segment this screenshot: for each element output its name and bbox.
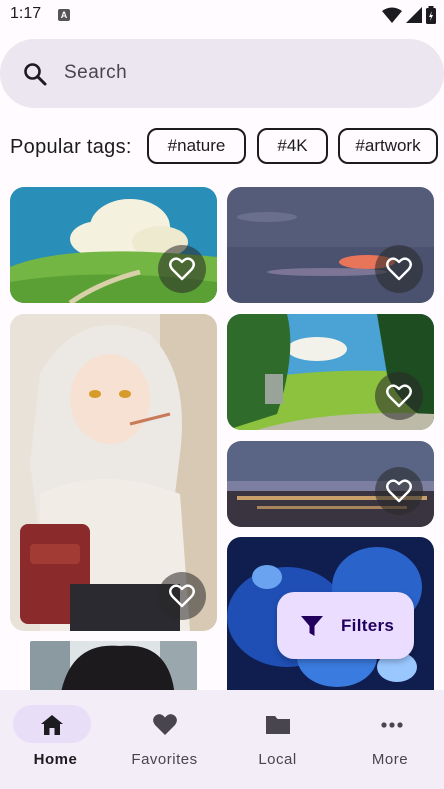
a-icon: A — [58, 9, 70, 21]
nav-label-local: Local — [258, 751, 297, 768]
home-icon — [41, 715, 63, 735]
more-icon — [381, 722, 403, 728]
bottom-navigation: Home Favorites Local More — [0, 690, 444, 789]
search-icon — [24, 63, 47, 86]
wallpaper-card[interactable] — [227, 441, 434, 527]
nav-item-more[interactable]: More — [336, 690, 444, 789]
favorite-button[interactable] — [375, 372, 423, 420]
wallpaper-card[interactable] — [30, 641, 197, 697]
tag-chip-nature[interactable]: #nature — [147, 128, 246, 164]
status-icons — [382, 5, 436, 25]
signal-icon — [406, 7, 422, 23]
nav-item-favorites[interactable]: Favorites — [111, 690, 218, 789]
search-bar[interactable]: Search — [0, 39, 444, 108]
heart-outline-icon — [386, 384, 412, 408]
wallpaper-card[interactable] — [10, 187, 217, 303]
tag-chip-artwork[interactable]: #artwork — [338, 128, 438, 164]
popular-tags-label: Popular tags: — [10, 136, 132, 158]
status-time: 1:17 — [10, 5, 42, 22]
nav-label-home: Home — [33, 751, 78, 768]
popular-tags: Popular tags: #nature #4K #artwork — [0, 128, 444, 168]
heart-outline-icon — [386, 257, 412, 281]
wifi-icon — [382, 7, 402, 23]
filters-button[interactable]: Filters — [277, 592, 414, 659]
tag-chip-4k[interactable]: #4K — [257, 128, 328, 164]
favorite-button[interactable] — [375, 245, 423, 293]
status-bar: 1:17 A — [0, 0, 444, 30]
heart-icon — [153, 714, 177, 735]
heart-outline-icon — [169, 257, 195, 281]
folder-icon — [266, 716, 290, 734]
favorite-button[interactable] — [158, 245, 206, 293]
nav-label-favorites: Favorites — [131, 751, 198, 768]
search-placeholder: Search — [64, 62, 128, 83]
battery-icon — [426, 6, 436, 24]
wallpaper-image — [30, 641, 197, 697]
heart-outline-icon — [169, 584, 195, 608]
nav-item-local[interactable]: Local — [222, 690, 333, 789]
wallpaper-card[interactable] — [10, 314, 217, 631]
wallpaper-card[interactable] — [227, 314, 434, 430]
filters-label: Filters — [341, 616, 395, 635]
filter-icon — [301, 616, 323, 636]
favorite-button[interactable] — [158, 572, 206, 620]
nav-item-home[interactable]: Home — [0, 690, 111, 789]
favorite-button[interactable] — [375, 467, 423, 515]
heart-outline-icon — [386, 479, 412, 503]
wallpaper-card[interactable] — [227, 187, 434, 303]
nav-label-more: More — [371, 751, 409, 768]
